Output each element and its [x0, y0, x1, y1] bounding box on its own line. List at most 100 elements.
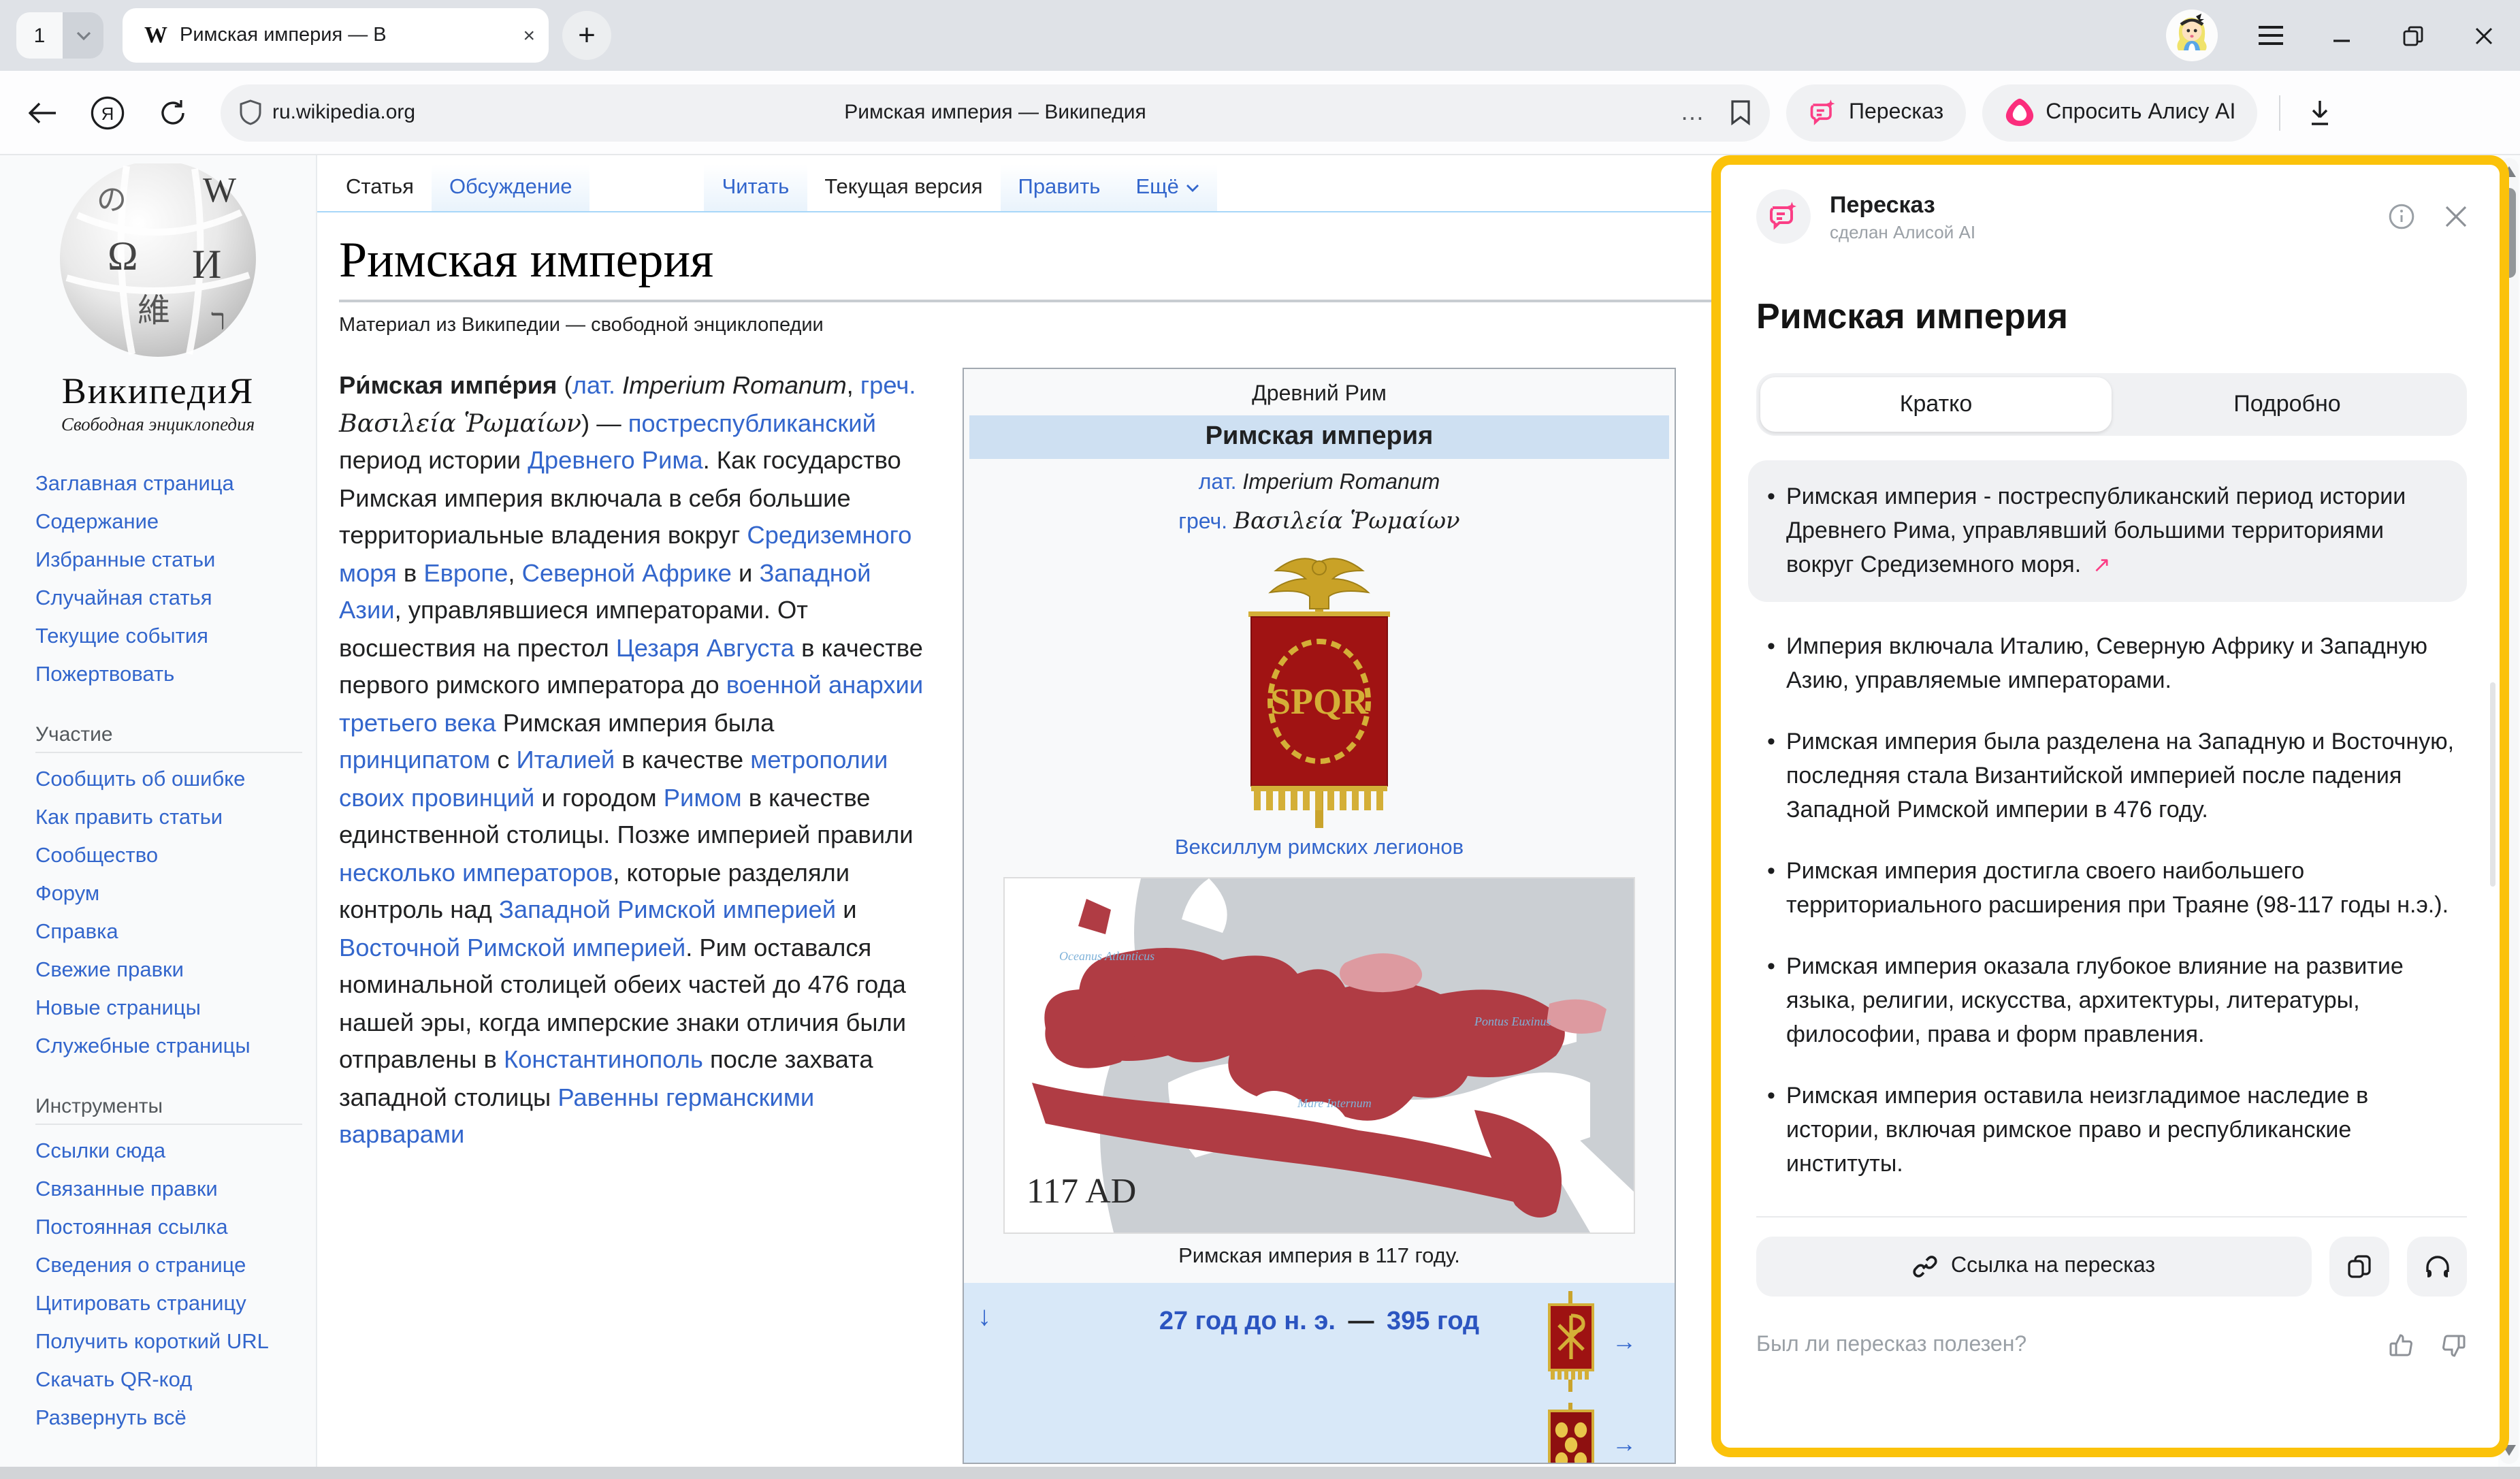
wikipedia-globe-logo[interactable]: W の Ω И 維 ר	[50, 163, 265, 368]
sidebar-link[interactable]: Скачать QR-код	[35, 1369, 192, 1392]
address-bar[interactable]: ru.wikipedia.org Римская империя — Викип…	[221, 84, 1770, 141]
article-link[interactable]: Римом	[664, 784, 742, 811]
info-icon[interactable]	[2388, 203, 2415, 230]
close-window-button[interactable]	[2466, 18, 2501, 53]
sidebar-link[interactable]: Текущие события	[35, 625, 208, 648]
wiki-tab-читать[interactable]: Читать	[705, 165, 807, 211]
wiki-tab-текущая версия[interactable]: Текущая версия	[807, 165, 1000, 211]
sidebar-link[interactable]: Постоянная ссылка	[35, 1216, 228, 1239]
url-text[interactable]: ru.wikipedia.org	[272, 101, 415, 124]
article-link[interactable]: Цезаря Августа	[616, 634, 794, 661]
back-icon[interactable]	[19, 89, 65, 136]
address-overflow-icon[interactable]: …	[1680, 98, 1706, 127]
sidebar-link[interactable]: Как править статьи	[35, 806, 223, 829]
bullet-text: Римская империя была разделена на Западн…	[1786, 725, 2467, 827]
wiki-tab-статья[interactable]: Статья	[328, 165, 432, 211]
copy-summary-button[interactable]	[2329, 1237, 2389, 1297]
tab-group-count[interactable]: 1	[16, 12, 63, 59]
mode-tab-active[interactable]: Кратко	[1760, 377, 2112, 432]
tab-group-chevron-icon[interactable]	[63, 12, 103, 59]
source-link-arrow-icon[interactable]: ↗	[2086, 554, 2111, 577]
sidebar-link[interactable]: Форум	[35, 882, 99, 906]
bullet-marker: •	[1756, 725, 1786, 827]
site-security-shield-icon[interactable]	[240, 99, 261, 125]
timeline-next-arrow-icon[interactable]: →	[1612, 1429, 1636, 1458]
article-link[interactable]: Древнего Рима	[528, 447, 702, 474]
tab-close-icon[interactable]: ×	[523, 24, 535, 47]
sidebar-link[interactable]: Содержание	[35, 511, 159, 534]
list-item: Случайная статья	[35, 586, 305, 611]
window-bottom-edge	[0, 1467, 2520, 1479]
sidebar-link[interactable]: Цитировать страницу	[35, 1292, 246, 1316]
sidebar-link[interactable]: Случайная статья	[35, 587, 212, 610]
article-link[interactable]: Европе	[423, 559, 508, 586]
retell-link-button[interactable]: Ссылка на пересказ	[1756, 1237, 2312, 1297]
restore-button[interactable]	[2395, 18, 2430, 53]
sidebar-link[interactable]: Получить короткий URL	[35, 1331, 269, 1354]
close-panel-icon[interactable]	[2445, 206, 2467, 227]
spqr-vexillum-image[interactable]: SPQR	[1210, 549, 1428, 828]
article-link[interactable]: принципатом	[339, 746, 490, 774]
yandex-home-icon[interactable]: Я	[84, 89, 131, 136]
article-link[interactable]: Константинополь	[504, 1046, 703, 1073]
article-link[interactable]: лат.	[572, 372, 615, 399]
article-link[interactable]: Западной Римской империей	[499, 896, 836, 923]
summary-bullet: •Римская империя оставила неизгладимое н…	[1756, 1079, 2467, 1181]
wiki-tab-править[interactable]: Править	[1001, 165, 1118, 211]
dotted-banner-image[interactable]	[1544, 1403, 1598, 1463]
latin-language-link[interactable]: лат.	[1199, 471, 1237, 494]
wiki-tab-ещё[interactable]: Ещё	[1118, 165, 1216, 211]
article-link[interactable]: Италией	[517, 746, 615, 774]
headphones-icon	[2424, 1254, 2450, 1279]
article-link[interactable]: постреспубликанский	[628, 409, 876, 436]
article-link[interactable]: греч.	[860, 372, 916, 399]
sidebar-link[interactable]: Свежие правки	[35, 959, 184, 982]
tab-group-button[interactable]: 1	[16, 12, 103, 59]
sidebar-link[interactable]: Заглавная страница	[35, 473, 234, 496]
sidebar-link[interactable]: Пожертвовать	[35, 663, 174, 686]
sidebar-link[interactable]: Избранные статьи	[35, 549, 215, 572]
sidebar-link[interactable]: Служебные страницы	[35, 1035, 251, 1058]
browser-tab[interactable]: W Римская империя — В ×	[123, 8, 549, 63]
timeline-next-arrow-icon[interactable]: →	[1612, 1327, 1636, 1356]
map-caption: Римская империя в 117 году.	[969, 1245, 1669, 1269]
vexillum-caption-link[interactable]: Вексиллум римских легионов	[1175, 836, 1464, 859]
list-item: Связанные правки	[35, 1177, 305, 1203]
sidebar-link[interactable]: Связанные правки	[35, 1178, 218, 1201]
wikipedia-wordmark[interactable]: ВикипедиЯ	[0, 370, 316, 413]
sidebar-link[interactable]: Сообщество	[35, 844, 158, 868]
new-tab-button[interactable]: +	[562, 11, 611, 60]
retell-button[interactable]: Пересказ	[1786, 84, 1965, 141]
listen-summary-button[interactable]	[2407, 1237, 2467, 1297]
empire-map-image[interactable]: 117 AD Oceanus Atlanticus Mare Internum …	[1003, 877, 1635, 1234]
sidebar-link[interactable]: Ссылки сюда	[35, 1140, 165, 1163]
article-link[interactable]: несколько императоров	[339, 859, 613, 886]
summary-heading: Римская империя	[1756, 296, 2467, 338]
wiki-tab-обсуждение[interactable]: Обсуждение	[432, 165, 590, 211]
profile-avatar[interactable]	[2166, 10, 2218, 61]
sidebar-link[interactable]: Справка	[35, 921, 118, 944]
downloads-icon[interactable]	[2297, 89, 2343, 136]
sidebar-link[interactable]: Новые страницы	[35, 997, 201, 1020]
article-link[interactable]: Северной Африке	[522, 559, 732, 586]
sidebar-link[interactable]: Сведения о странице	[35, 1254, 246, 1277]
labarum-banner-image[interactable]	[1544, 1291, 1598, 1392]
thumbs-down-icon[interactable]	[2440, 1332, 2467, 1359]
retell-panel-icon	[1756, 189, 1811, 244]
minimize-button[interactable]	[2324, 18, 2359, 53]
list-item: Сообщить об ошибке	[35, 767, 305, 793]
article-link[interactable]: Восточной Римской империей	[339, 934, 685, 961]
menu-icon[interactable]	[2253, 18, 2289, 53]
thumbs-up-icon[interactable]	[2388, 1332, 2415, 1359]
sidebar-link[interactable]: Сообщить об ошибке	[35, 768, 245, 791]
reload-icon[interactable]	[150, 89, 196, 136]
timeline-down-arrow-icon[interactable]: ↓	[978, 1302, 991, 1333]
sidebar-link[interactable]: Развернуть всё	[35, 1407, 187, 1430]
list-item: Справка	[35, 919, 305, 945]
panel-scrollbar-thumb[interactable]	[2490, 682, 2495, 887]
infobox-timeline: ↓ 27 год до н. э. — 395 год	[964, 1283, 1675, 1463]
bookmark-icon[interactable]	[1730, 99, 1751, 125]
mode-tab-inactive[interactable]: Подробно	[2112, 377, 2463, 432]
greek-language-link[interactable]: греч.	[1178, 511, 1227, 534]
ask-alice-button[interactable]: Спросить Алису AI	[1982, 84, 2257, 141]
